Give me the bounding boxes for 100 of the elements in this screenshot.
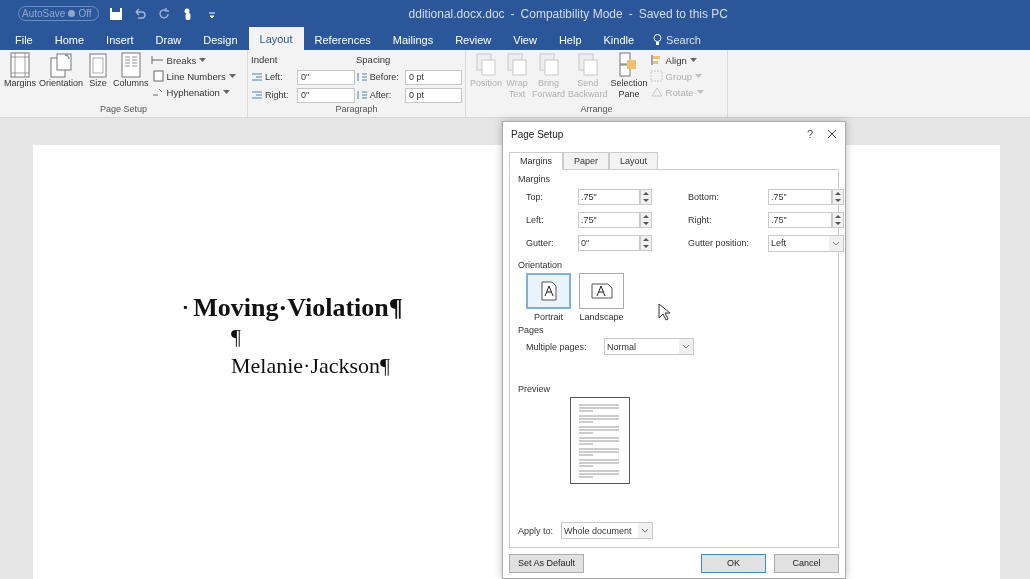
window-title: dditional.docx.doc	[408, 6, 505, 21]
line-numbers-icon	[150, 70, 164, 82]
ribbon-tab[interactable]: Mailings	[381, 30, 445, 50]
close-icon[interactable]	[827, 129, 837, 139]
ribbon-tab[interactable]: Review	[444, 30, 503, 50]
field-label: Left:	[526, 215, 545, 225]
ribbon-button[interactable]: Line Numbers	[150, 68, 236, 84]
group-label: Arrange	[580, 104, 613, 116]
indent-label: Indent	[251, 53, 278, 67]
dialog-tab[interactable]: Margins	[509, 152, 563, 170]
input-field[interactable]: 0"	[297, 87, 355, 103]
input-field[interactable]: 0 pt	[405, 87, 462, 103]
ribbon-button[interactable]: Align	[649, 52, 704, 68]
option-label: Portrait	[534, 312, 563, 322]
ribbon-tab[interactable]: File	[4, 30, 44, 50]
field-label: Left:	[265, 72, 284, 82]
paragraph-text: ¶	[231, 323, 241, 351]
field-label: Apply to:	[518, 525, 554, 536]
align-icon	[649, 54, 663, 66]
ribbon-button[interactable]: Margins	[3, 52, 37, 104]
input-field[interactable]: 0"	[297, 69, 355, 85]
field-label: Right:	[688, 215, 713, 225]
ribbon-button[interactable]: Breaks	[150, 52, 236, 68]
bullet-mark: ▪	[183, 299, 188, 316]
group-label: Paragraph	[335, 104, 378, 116]
field-label: After:	[369, 90, 393, 100]
orientation-option[interactable]	[526, 273, 571, 309]
input-field[interactable]: .75"	[578, 212, 640, 228]
breaks-icon	[150, 54, 164, 66]
option-label: Landscape	[579, 312, 624, 322]
dialog-button[interactable]: OK	[701, 553, 766, 573]
dropdown[interactable]: Left	[768, 234, 844, 252]
dropdown[interactable]: Normal	[604, 338, 694, 355]
dialog-tab[interactable]: Layout	[609, 152, 659, 170]
spinner-icon[interactable]	[640, 189, 652, 205]
field-label: Top:	[526, 192, 544, 202]
paragraph-text: Melanie·Jackson¶	[231, 352, 391, 380]
window-title: Compatibility Mode	[520, 6, 623, 21]
dialog-button[interactable]: Cancel	[774, 553, 839, 573]
spacing-icon	[356, 72, 368, 82]
dialog-title: Page Setup	[511, 128, 565, 140]
ribbon-button[interactable]: Hyphenation	[150, 84, 236, 100]
help-button[interactable]: ?	[803, 128, 817, 140]
input-field[interactable]: 0"	[578, 235, 640, 251]
caret-icon	[228, 74, 236, 78]
ribbon-tab[interactable]: Help	[547, 30, 593, 50]
ribbon-tab[interactable]: Draw	[144, 30, 193, 50]
input-field[interactable]: .75"	[578, 189, 640, 205]
orientation-option[interactable]	[579, 273, 624, 309]
caret-icon	[222, 90, 230, 94]
hyphenation-icon	[150, 86, 164, 98]
dialog-button[interactable]: Set As Default	[509, 553, 585, 573]
section-label: Preview	[518, 384, 550, 394]
ribbon-button[interactable]: Columns	[112, 52, 150, 104]
portrait-page-icon	[540, 281, 557, 301]
section-label: Margins	[518, 174, 550, 184]
field-label: Bottom:	[688, 192, 720, 202]
ribbon-tab[interactable]: Insert	[95, 30, 145, 50]
input-field[interactable]: .75"	[768, 189, 832, 205]
field-label: Before:	[369, 72, 400, 82]
lightbulb-icon	[653, 34, 663, 46]
mouse-pointer-icon	[658, 303, 670, 321]
ribbon-tab[interactable]: References	[303, 30, 382, 50]
ribbon-tab[interactable]: Kindle	[592, 30, 646, 50]
ribbon-button[interactable]: Orientation	[38, 52, 85, 104]
caret-icon	[696, 90, 704, 94]
field-label: Right:	[265, 90, 290, 100]
caret-icon	[689, 58, 697, 62]
caret-icon	[695, 74, 702, 78]
window-title: -	[628, 6, 633, 21]
landscape-page-icon	[590, 283, 613, 299]
spacing-label: Spacing	[356, 53, 391, 67]
triangle-icon	[649, 86, 663, 98]
input-field[interactable]: .75"	[768, 212, 832, 228]
spinner-icon[interactable]	[832, 212, 844, 228]
indent-icon	[251, 72, 263, 82]
spinner-icon[interactable]	[640, 212, 652, 228]
dialog-tab[interactable]: Paper	[563, 152, 610, 170]
ribbon-tab[interactable]: Home	[43, 30, 96, 50]
spacing-icon	[356, 90, 368, 100]
section-label: Pages	[518, 325, 544, 335]
ribbon-button[interactable]: Size	[85, 52, 112, 104]
ribbon-button[interactable]: Selection Pane	[609, 52, 649, 104]
group-label: Page Setup	[99, 104, 147, 116]
spinner-icon[interactable]	[640, 235, 652, 251]
heading-text: Moving·Violation¶	[193, 293, 403, 322]
input-field[interactable]: 0 pt	[405, 69, 462, 85]
save-icon[interactable]	[108, 6, 123, 21]
ribbon-tab[interactable]: Design	[192, 30, 249, 50]
section-label: Orientation	[518, 260, 563, 270]
redo-icon[interactable]	[156, 6, 171, 21]
dropdown[interactable]: Whole document	[561, 522, 654, 539]
window-title: Saved to this PC	[638, 6, 729, 21]
search-field[interactable]: Search	[645, 30, 701, 50]
ribbon-tab[interactable]: Layout	[248, 27, 304, 50]
indent-icon	[251, 90, 263, 100]
ribbon-tab[interactable]: View	[502, 30, 548, 50]
spinner-icon[interactable]	[832, 189, 844, 205]
field-label: Multiple pages:	[526, 341, 588, 352]
window-title: -	[510, 6, 515, 21]
